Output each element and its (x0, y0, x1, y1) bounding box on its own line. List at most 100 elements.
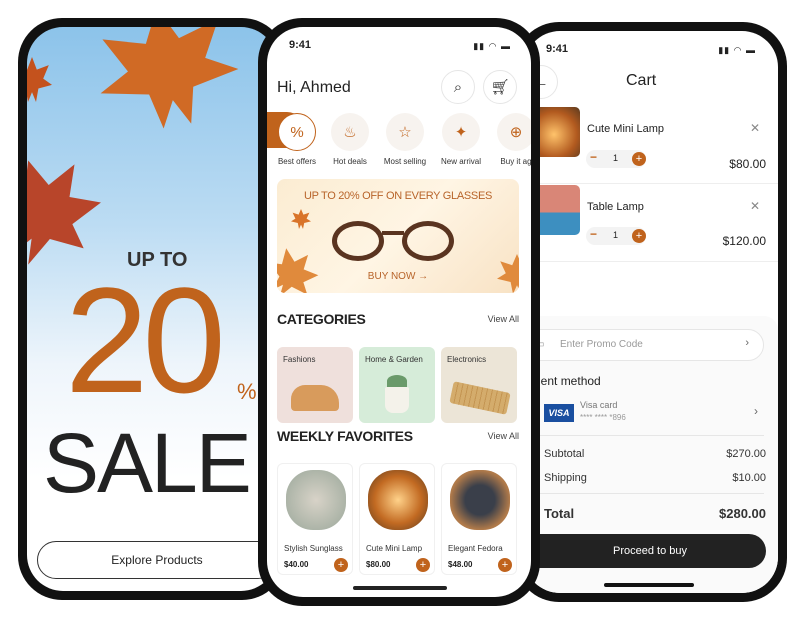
quick-category-buy-again[interactable]: ⊕ Buy it ag (491, 113, 531, 166)
glasses-image (332, 221, 384, 261)
promo-screen: UP TO 20 % SALE Explore Products (27, 27, 277, 591)
cart-button[interactable]: 🛒︎ (483, 70, 517, 104)
pot-image (385, 387, 409, 413)
categories-title: CATEGORIES (277, 311, 366, 327)
quick-category-hot-deals[interactable]: ♨ Hot deals (325, 113, 375, 166)
chevron-right-icon: › (745, 337, 749, 349)
category-label: Best offers (277, 157, 317, 166)
category-card-label: Home & Garden (365, 355, 423, 364)
plus-icon[interactable]: + (632, 152, 646, 166)
payment-method-row[interactable]: VISA Visa card **** **** *896 › (524, 400, 764, 430)
minus-icon[interactable]: − (590, 150, 597, 164)
card-number: **** **** *896 (580, 413, 626, 422)
banner-title: UP TO 20% OFF ON EVERY GLASSES (303, 190, 493, 202)
cart-item-price: $120.00 (722, 234, 766, 248)
leaf-decoration (277, 239, 327, 293)
minus-icon[interactable]: − (590, 227, 597, 241)
product-price: $48.00 (448, 560, 473, 569)
flame-icon: ♨ (331, 113, 369, 151)
status-icons: ▮▮ ◠ ▬ (718, 45, 756, 55)
star-icon: ☆ (386, 113, 424, 151)
remove-item-icon[interactable]: ✕ (750, 199, 760, 213)
cart-icon: 🛒︎ (490, 79, 510, 96)
home-screen: 9:41 ▮▮ ◠ ▬ Hi, Ahmed ⌕ 🛒︎ % Best offers … (267, 27, 531, 597)
buy-now-link[interactable]: BUY NOW → (277, 271, 519, 282)
category-label: Buy it ag (500, 157, 531, 166)
promo-word: SALE (43, 416, 252, 510)
quick-category-best-offers[interactable]: % Best offers (272, 113, 322, 166)
maple-leaf-image (88, 27, 247, 138)
product-card[interactable]: Stylish Sunglass $40.00 + (277, 463, 353, 575)
product-image (286, 470, 346, 530)
cart-screen: 9:41 ▮▮ ◠ ▬ ← Cart Cute Mini Lamp ✕ −1 + … (524, 31, 778, 593)
plus-circle-icon: ⊕ (497, 113, 531, 151)
glasses-image (402, 221, 454, 261)
status-time: 9:41 (289, 39, 312, 51)
subtotal-value: $270.00 (726, 448, 766, 460)
status-icons: ▮▮ ◠ ▬ (473, 41, 511, 51)
quick-category-most-selling[interactable]: ☆ Most selling (380, 113, 430, 166)
chevron-right-icon: › (754, 404, 758, 418)
product-price: $80.00 (366, 560, 391, 569)
home-indicator (353, 586, 447, 590)
quick-category-new-arrival[interactable]: ✦ New arrival (436, 113, 486, 166)
categories-view-all-link[interactable]: View All (488, 314, 519, 324)
promo-phone: UP TO 20 % SALE Explore Products (18, 18, 286, 600)
shipping-value: $10.00 (732, 472, 766, 484)
percent-icon: % (278, 113, 316, 151)
search-icon: ⌕ (453, 78, 463, 96)
divider (524, 261, 778, 262)
divider (524, 493, 764, 494)
cart-item-price: $80.00 (729, 157, 766, 171)
category-card-label: Electronics (447, 355, 487, 364)
cart-title: Cart (626, 72, 657, 89)
promo-number: 20 (65, 256, 226, 424)
keyboard-image (449, 381, 511, 415)
cart-phone: 9:41 ▮▮ ◠ ▬ ← Cart Cute Mini Lamp ✕ −1 + … (515, 22, 787, 602)
weekly-view-all-link[interactable]: View All (488, 431, 519, 441)
weekly-favorites-title: WEEKLY FAVORITES (277, 428, 413, 444)
quantity-stepper[interactable]: − 1 + (586, 150, 646, 168)
total-label: Total (544, 506, 575, 521)
promo-banner[interactable]: UP TO 20% OFF ON EVERY GLASSES BUY NOW → (277, 179, 519, 293)
quantity-value: 1 (613, 230, 619, 240)
product-price: $40.00 (284, 560, 309, 569)
product-image (368, 470, 428, 530)
plus-icon[interactable]: + (632, 229, 646, 243)
shipping-label: Shipping (544, 472, 587, 484)
proceed-to-buy-button[interactable]: Proceed to buy (524, 534, 766, 568)
plant-image (387, 375, 407, 387)
product-card[interactable]: Cute Mini Lamp $80.00 + (359, 463, 435, 575)
cart-item-name: Table Lamp (587, 201, 644, 213)
category-card-home-garden[interactable]: Home & Garden (359, 347, 435, 423)
remove-item-icon[interactable]: ✕ (750, 121, 760, 135)
leaf-decoration (291, 209, 311, 229)
product-name: Cute Mini Lamp (366, 544, 423, 553)
product-name: Stylish Sunglass (284, 544, 343, 553)
quantity-stepper[interactable]: − 1 + (586, 227, 646, 245)
maple-leaf-image (27, 57, 52, 102)
explore-products-button[interactable]: Explore Products (37, 541, 277, 579)
category-card-label: Fashions (283, 355, 316, 364)
add-to-cart-button[interactable]: + (334, 558, 348, 572)
glasses-bridge (382, 231, 404, 235)
product-name: Elegant Fedora (448, 544, 503, 553)
cart-item-name: Cute Mini Lamp (587, 123, 665, 135)
total-value: $280.00 (719, 506, 766, 521)
category-card-fashions[interactable]: Fashions (277, 347, 353, 423)
add-to-cart-button[interactable]: + (498, 558, 512, 572)
add-to-cart-button[interactable]: + (416, 558, 430, 572)
shoe-image (291, 385, 339, 411)
product-image (450, 470, 510, 530)
category-card-electronics[interactable]: Electronics (441, 347, 517, 423)
product-card[interactable]: Elegant Fedora $48.00 + (441, 463, 517, 575)
search-button[interactable]: ⌕ (441, 70, 475, 104)
home-indicator (604, 583, 694, 587)
status-time: 9:41 (546, 43, 569, 55)
quantity-value: 1 (613, 153, 619, 163)
divider (524, 183, 778, 184)
promo-code-input[interactable]: ▭ Enter Promo Code › (524, 329, 764, 361)
promo-code-placeholder: Enter Promo Code (560, 339, 643, 350)
divider (524, 435, 764, 436)
sparkle-icon: ✦ (442, 113, 480, 151)
